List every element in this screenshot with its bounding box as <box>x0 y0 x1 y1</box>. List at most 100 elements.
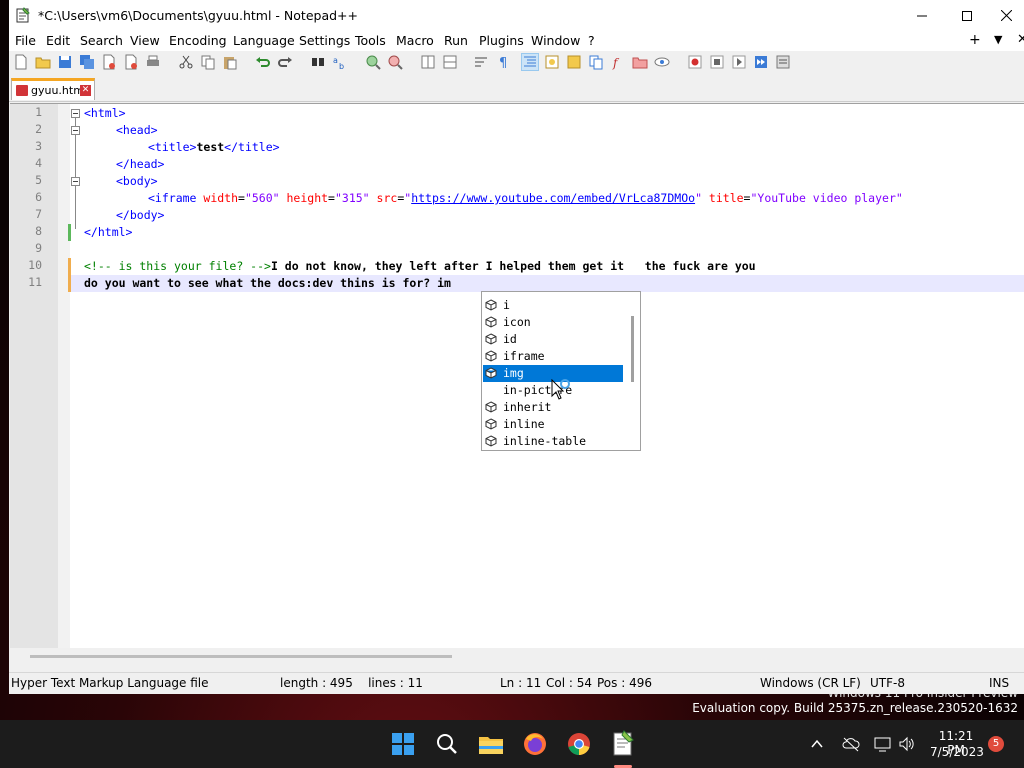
menu-edit[interactable]: Edit <box>46 33 70 48</box>
chrome-icon[interactable] <box>565 730 593 758</box>
menu-plugins[interactable]: Plugins <box>479 33 524 48</box>
maximize-button[interactable] <box>944 0 990 31</box>
menu-macro[interactable]: Macro <box>396 33 434 48</box>
fold-toggle-head[interactable] <box>71 126 80 135</box>
svg-text:a: a <box>333 56 338 65</box>
print-icon[interactable] <box>145 54 161 70</box>
notepadpp-window: *C:\Users\vm6\Documents\gyuu.html - Note… <box>9 0 1024 694</box>
status-encoding[interactable]: UTF-8 <box>870 676 905 690</box>
autocomplete-item[interactable]: inline <box>483 416 623 433</box>
fold-margin[interactable] <box>58 104 70 649</box>
replace-icon[interactable]: ab <box>332 54 348 70</box>
monitoring-icon[interactable] <box>654 54 670 70</box>
cut-icon[interactable] <box>178 54 194 70</box>
new-file-icon[interactable] <box>13 54 29 70</box>
tab-gyuu-html[interactable]: gyuu.html ✕ <box>11 78 95 100</box>
code-line-3: <title>test</title> <box>148 140 280 154</box>
network-icon[interactable] <box>874 736 892 752</box>
menu-help[interactable]: ? <box>588 33 595 48</box>
status-eol[interactable]: Windows (CR LF) <box>760 676 861 690</box>
menu-view[interactable]: View <box>130 33 160 48</box>
show-all-characters-icon[interactable]: ¶ <box>495 54 511 70</box>
menu-run[interactable]: Run <box>444 33 468 48</box>
autocomplete-item[interactable]: inherit <box>483 399 623 416</box>
notepadpp-taskbar-icon[interactable] <box>609 730 637 758</box>
code-editor[interactable]: 1 2 3 4 5 6 7 8 9 10 11 <html> <head> <t… <box>10 103 1024 649</box>
undo-icon[interactable] <box>255 54 271 70</box>
open-file-icon[interactable] <box>35 54 51 70</box>
indent-guide-icon[interactable] <box>521 53 539 71</box>
play-macro-icon[interactable] <box>731 54 747 70</box>
menu-settings[interactable]: Settings <box>299 33 350 48</box>
zoom-out-icon[interactable] <box>387 54 403 70</box>
save-icon[interactable] <box>57 54 73 70</box>
menu-encoding[interactable]: Encoding <box>169 33 227 48</box>
zoom-in-icon[interactable] <box>365 54 381 70</box>
copy-icon[interactable] <box>200 54 216 70</box>
horizontal-scroll-thumb[interactable] <box>30 655 452 658</box>
save-all-icon[interactable] <box>79 54 95 70</box>
find-icon[interactable] <box>310 54 326 70</box>
code-line-8: </html> <box>84 225 133 239</box>
notification-badge[interactable]: 5 <box>988 736 1004 752</box>
folder-as-workspace-icon[interactable] <box>632 54 648 70</box>
sync-horizontal-icon[interactable] <box>442 54 458 70</box>
line-number: 1 <box>35 105 42 119</box>
start-windows-icon[interactable] <box>389 730 417 758</box>
autocomplete-list[interactable]: i icon id iframe img in-picture inherit … <box>481 291 641 451</box>
keyword-cube-icon <box>485 316 497 328</box>
youtube-link[interactable]: https://www.youtube.com/embed/VrLca87DMO… <box>411 191 695 205</box>
keyword-cube-icon <box>485 435 497 447</box>
file-explorer-icon[interactable] <box>477 730 505 758</box>
sync-vertical-icon[interactable] <box>420 54 436 70</box>
line-number: 10 <box>28 258 42 272</box>
stop-macro-icon[interactable] <box>709 54 725 70</box>
close-all-icon[interactable] <box>123 54 139 70</box>
status-insert-mode[interactable]: INS <box>989 676 1009 690</box>
clock-date[interactable]: 7/5/2023 <box>930 745 984 759</box>
new-tab-plus-icon[interactable]: + <box>969 32 981 48</box>
svg-text:b: b <box>339 62 344 70</box>
tab-list-dropdown-icon[interactable]: ▼ <box>994 33 1002 46</box>
menu-file[interactable]: File <box>15 33 36 48</box>
code-line-10: <!-- is this your file? -->I do not know… <box>84 259 756 273</box>
record-macro-icon[interactable] <box>687 54 703 70</box>
title-bar[interactable]: *C:\Users\vm6\Documents\gyuu.html - Note… <box>9 0 1024 31</box>
document-map-icon[interactable] <box>566 54 582 70</box>
fold-toggle-html[interactable] <box>71 109 80 118</box>
minimize-button[interactable] <box>899 0 945 31</box>
firefox-icon[interactable] <box>521 730 549 758</box>
line-number: 7 <box>35 207 42 221</box>
horizontal-scrollbar[interactable] <box>10 648 1024 665</box>
user-defined-language-icon[interactable] <box>544 54 560 70</box>
menu-tools[interactable]: Tools <box>355 33 386 48</box>
menu-search[interactable]: Search <box>80 33 123 48</box>
close-file-icon[interactable] <box>101 54 117 70</box>
fold-toggle-body[interactable] <box>71 177 80 186</box>
document-list-icon[interactable] <box>588 54 604 70</box>
cloud-offline-icon[interactable] <box>842 736 860 752</box>
paste-icon[interactable] <box>222 54 238 70</box>
code-line-4: </head> <box>116 157 165 171</box>
play-macro-multiple-icon[interactable] <box>753 54 769 70</box>
word-wrap-icon[interactable] <box>473 54 489 70</box>
volume-icon[interactable] <box>898 736 916 752</box>
save-macro-icon[interactable] <box>775 54 791 70</box>
redo-icon[interactable] <box>277 54 293 70</box>
autocomplete-item[interactable]: i <box>483 297 623 314</box>
keyword-cube-icon <box>485 333 497 345</box>
autocomplete-item[interactable]: id <box>483 331 623 348</box>
tab-close-icon[interactable]: ✕ <box>80 85 91 96</box>
autocomplete-item[interactable]: iframe <box>483 348 623 365</box>
autocomplete-item[interactable]: icon <box>483 314 623 331</box>
menu-window[interactable]: Window <box>531 33 580 48</box>
menu-language[interactable]: Language <box>233 33 295 48</box>
autocomplete-item[interactable]: inline-table <box>483 433 623 450</box>
chevron-up-icon[interactable] <box>810 737 824 751</box>
status-column: Col : 54 <box>546 676 592 690</box>
autocomplete-scrollbar[interactable] <box>631 316 634 382</box>
close-button[interactable] <box>989 0 1024 31</box>
search-icon[interactable] <box>433 730 461 758</box>
close-document-icon[interactable]: ✕ <box>1017 32 1024 47</box>
function-list-icon[interactable]: f <box>610 54 626 70</box>
